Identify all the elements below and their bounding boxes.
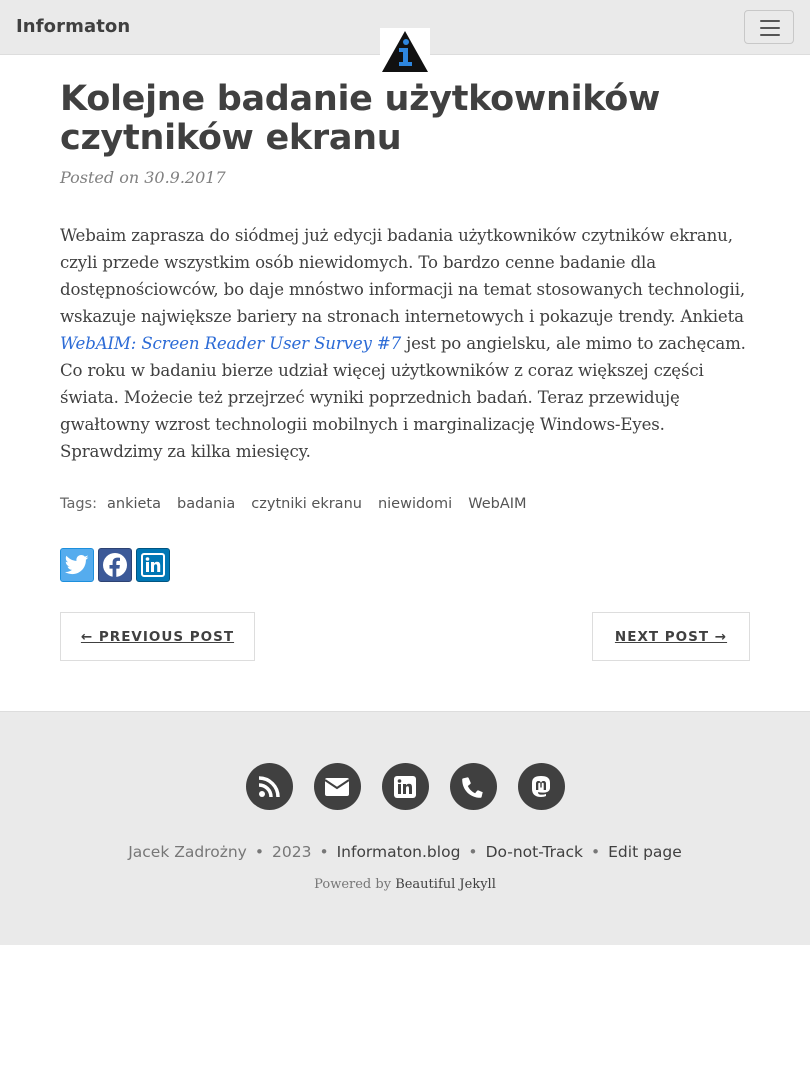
posted-label: Posted on (60, 168, 140, 187)
body-text-after: jest po angielsku, ale mimo to zachęcam.… (60, 334, 746, 461)
post-body: Webaim zaprasza do siódmej już edycji ba… (60, 222, 755, 465)
share-buttons (60, 548, 170, 582)
footer-info-line: Jacek Zadrożny • 2023 • Informaton.blog • Do-n… (0, 843, 810, 861)
hamburger-icon-bar (760, 34, 780, 36)
separator-dot: • (319, 843, 329, 861)
envelope-icon (324, 777, 350, 796)
powered-by: Powered by Beautiful Jekyll (0, 877, 810, 892)
powered-by-label: Powered by (314, 877, 392, 892)
menu-toggle-button[interactable] (744, 10, 794, 44)
body-text-before: Webaim zaprasza do siódmej już edycji ba… (60, 226, 745, 326)
footer-social-links (0, 763, 810, 810)
footer-edit-link[interactable]: Edit page (608, 843, 682, 861)
share-facebook-button[interactable] (98, 548, 132, 582)
footer-year: 2023 (271, 843, 312, 861)
footer: Jacek Zadrożny • 2023 • Informaton.blog • Do-n… (0, 711, 810, 945)
linkedin-icon (141, 553, 165, 577)
mastodon-link[interactable] (517, 763, 565, 810)
share-linkedin-button[interactable] (136, 548, 170, 582)
brand-link[interactable]: Informaton (16, 16, 130, 37)
share-twitter-button[interactable] (60, 548, 94, 582)
separator-dot: • (254, 843, 264, 861)
email-link[interactable] (313, 763, 361, 810)
tag-link[interactable]: czytniki ekranu (251, 496, 362, 512)
footer-author: Jacek Zadrożny (128, 843, 247, 861)
tags-label: Tags: (60, 496, 97, 512)
tag-link[interactable]: badania (177, 496, 235, 512)
tag-link[interactable]: WebAIM (468, 496, 526, 512)
phone-link[interactable] (449, 763, 497, 810)
footer-site-link[interactable]: Informaton.blog (337, 843, 461, 861)
facebook-icon (103, 553, 127, 578)
previous-post-button[interactable]: ← Previous Post (60, 612, 255, 661)
post-meta: Posted on 30.9.2017 (60, 168, 226, 187)
separator-dot: • (468, 843, 478, 861)
hamburger-icon-bar (760, 27, 780, 29)
post-date: 30.9.2017 (144, 168, 226, 187)
tag-link[interactable]: ankieta (107, 496, 161, 512)
phone-icon (462, 776, 483, 798)
post-title: Kolejne badanie użytkowników czytników e… (60, 79, 661, 158)
separator-dot: • (590, 843, 601, 861)
tags: Tags: ankieta badania czytniki ekranu ni… (60, 496, 543, 512)
hamburger-icon (760, 20, 780, 22)
linkedin-icon (394, 775, 416, 798)
rss-link[interactable] (245, 763, 293, 810)
mastodon-icon (532, 775, 550, 797)
footer-dnt-link[interactable]: Do-not-Track (486, 843, 583, 861)
tag-link[interactable]: niewidomi (378, 496, 452, 512)
survey-link[interactable]: WebAIM: Screen Reader User Survey #7 (60, 334, 401, 353)
navbar: Informaton (0, 0, 810, 74)
next-post-button[interactable]: Next Post → (592, 612, 750, 661)
twitter-icon (65, 555, 89, 575)
rss-icon (258, 775, 280, 797)
linkedin-link[interactable] (381, 763, 429, 810)
beautiful-jekyll-link[interactable]: Beautiful Jekyll (395, 877, 496, 892)
info-logo-icon[interactable] (380, 28, 430, 74)
